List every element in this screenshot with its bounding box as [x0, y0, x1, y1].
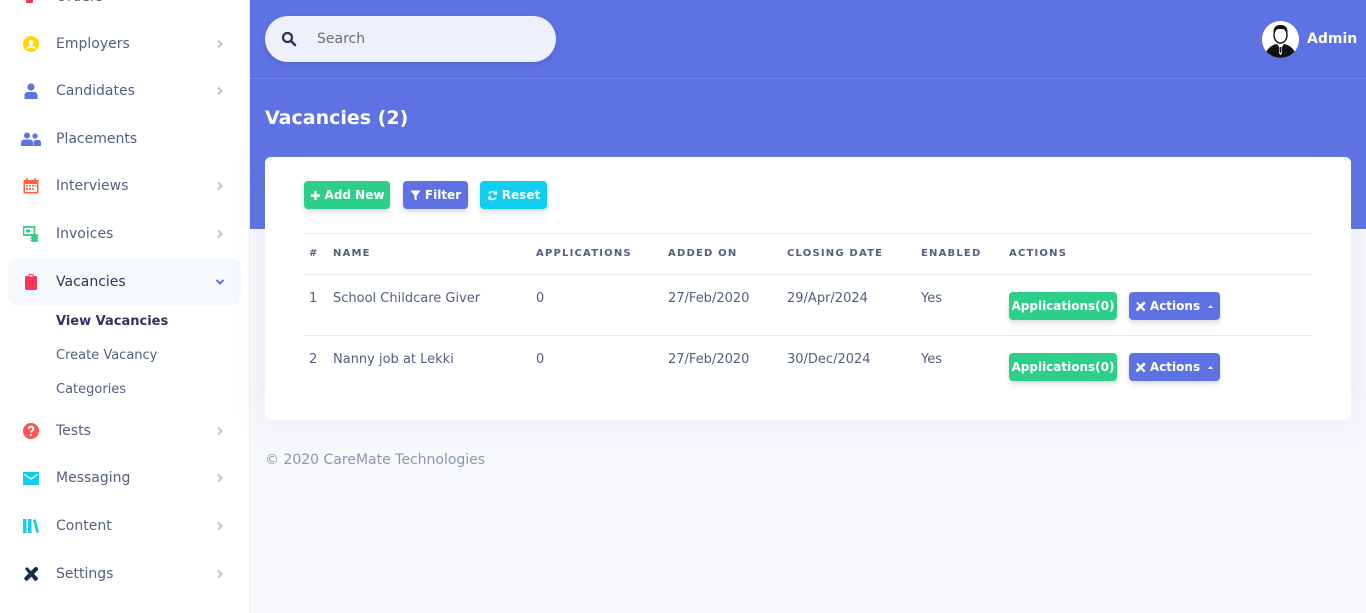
applications-button-label: Applications(0)	[1011, 360, 1115, 374]
money-icon	[23, 226, 39, 242]
sidebar-item-tests[interactable]: Tests	[8, 408, 241, 454]
clipboard-icon	[23, 274, 39, 290]
column-header-closing-date[interactable]: Closing Date	[787, 248, 883, 259]
chevron-right-icon	[217, 521, 223, 531]
chevron-right-icon	[217, 181, 223, 191]
vacancy-name: School Childcare Giver	[333, 291, 481, 306]
sidebar-item-label: Orders	[56, 0, 103, 5]
vacancy-name: Nanny job at Lekki	[333, 352, 454, 367]
sidebar-item-label: Content	[56, 518, 112, 534]
sidebar-item-content[interactable]: Content	[8, 503, 241, 549]
refresh-icon	[487, 190, 497, 200]
add-new-label: Add New	[324, 188, 385, 202]
column-header-applications[interactable]: Applications	[536, 248, 632, 259]
sidebar-item-candidates[interactable]: Candidates	[8, 68, 241, 114]
actions-dropdown-button[interactable]: Actions	[1129, 353, 1220, 381]
tools-icon	[23, 566, 39, 582]
sidebar: Orders Employers Candidates Placements I…	[0, 0, 250, 613]
actions-button-label: Actions	[1149, 360, 1201, 374]
table-top-border	[304, 233, 1312, 234]
reset-button[interactable]: Reset	[480, 181, 547, 209]
added-on: 27/Feb/2020	[668, 291, 750, 306]
filter-label: Filter	[424, 188, 462, 202]
tools-icon	[1135, 362, 1146, 372]
filter-icon	[410, 189, 421, 201]
applications-button-label: Applications(0)	[1011, 299, 1115, 313]
vacancies-card: Add New Filter Reset # Name Applications…	[265, 157, 1351, 420]
users-icon	[21, 131, 41, 147]
caret-up-icon	[1207, 365, 1214, 369]
actions-button-label: Actions	[1149, 299, 1201, 313]
user-icon	[23, 83, 39, 99]
row-number: 2	[309, 352, 318, 367]
header-divider	[250, 78, 1366, 79]
chevron-right-icon	[217, 39, 223, 49]
user-name: Admin	[1307, 31, 1358, 47]
user-circle-icon	[23, 36, 39, 52]
sidebar-item-label: Tests	[56, 423, 91, 439]
sidebar-item-label: Interviews	[56, 178, 129, 194]
chevron-right-icon	[217, 569, 223, 579]
filter-button[interactable]: Filter	[403, 181, 468, 209]
applications-count: 0	[536, 291, 545, 306]
sidebar-item-label: Placements	[56, 131, 138, 147]
sidebar-item-label: Candidates	[56, 83, 135, 99]
reset-label: Reset	[501, 188, 541, 202]
sidebar-item-label: Messaging	[56, 470, 131, 486]
column-header-enabled[interactable]: Enabled	[921, 248, 981, 259]
enabled-status: Yes	[921, 291, 942, 306]
column-header-name[interactable]: Name	[333, 248, 371, 259]
column-header-added-on[interactable]: Added On	[668, 248, 737, 259]
tools-icon	[1135, 301, 1146, 311]
chevron-right-icon	[217, 473, 223, 483]
actions-dropdown-button[interactable]: Actions	[1129, 292, 1220, 320]
added-on: 27/Feb/2020	[668, 352, 750, 367]
sidebar-item-settings[interactable]: Settings	[8, 551, 241, 597]
column-header-actions: Actions	[1009, 248, 1068, 259]
avatar	[1262, 20, 1299, 58]
caret-up-icon	[1207, 304, 1214, 308]
add-new-button[interactable]: Add New	[304, 181, 390, 209]
table-row: 2 Nanny job at Lekki 0 27/Feb/2020 30/De…	[304, 336, 1312, 396]
chevron-right-icon	[217, 229, 223, 239]
applications-button[interactable]: Applications(0)	[1009, 292, 1117, 320]
sidebar-subitem-categories[interactable]: Categories	[56, 382, 126, 397]
chevron-right-icon	[217, 86, 223, 96]
closing-date: 30/Dec/2024	[787, 352, 871, 367]
sidebar-subitem-view-vacancies[interactable]: View Vacancies	[56, 314, 168, 329]
sidebar-item-label: Vacancies	[56, 274, 126, 290]
sidebar-item-label: Settings	[56, 566, 114, 582]
applications-count: 0	[536, 352, 545, 367]
sidebar-item-label: Invoices	[56, 226, 114, 242]
column-header-number: #	[309, 248, 319, 259]
calendar-icon	[23, 178, 39, 194]
sidebar-item-employers[interactable]: Employers	[8, 21, 241, 67]
sidebar-item-messaging[interactable]: Messaging	[8, 455, 241, 501]
sidebar-item-orders[interactable]: Orders	[8, 0, 241, 20]
sidebar-item-interviews[interactable]: Interviews	[8, 163, 241, 209]
table-row: 1 School Childcare Giver 0 27/Feb/2020 2…	[304, 275, 1312, 335]
page-title: Vacancies (2)	[265, 107, 409, 129]
sidebar-item-invoices[interactable]: Invoices	[8, 211, 241, 257]
sidebar-item-vacancies[interactable]: Vacancies	[8, 259, 241, 305]
row-number: 1	[309, 291, 318, 306]
chevron-down-icon	[215, 279, 225, 285]
user-menu[interactable]: Admin	[1262, 20, 1357, 58]
search-bar[interactable]	[265, 16, 556, 62]
closing-date: 29/Apr/2024	[787, 291, 868, 306]
chevron-right-icon	[217, 426, 223, 436]
sidebar-subitem-create-vacancy[interactable]: Create Vacancy	[56, 348, 157, 363]
sidebar-item-label: Employers	[56, 36, 130, 52]
search-input[interactable]	[317, 16, 537, 62]
orders-icon	[23, 0, 39, 5]
question-icon	[23, 423, 39, 439]
footer-copyright: © 2020 CareMate Technologies	[265, 452, 486, 468]
plus-icon	[310, 190, 320, 200]
search-icon	[281, 31, 297, 47]
envelope-icon	[23, 470, 39, 486]
books-icon	[23, 518, 39, 534]
applications-button[interactable]: Applications(0)	[1009, 353, 1117, 381]
enabled-status: Yes	[921, 352, 942, 367]
sidebar-item-placements[interactable]: Placements	[8, 116, 241, 162]
